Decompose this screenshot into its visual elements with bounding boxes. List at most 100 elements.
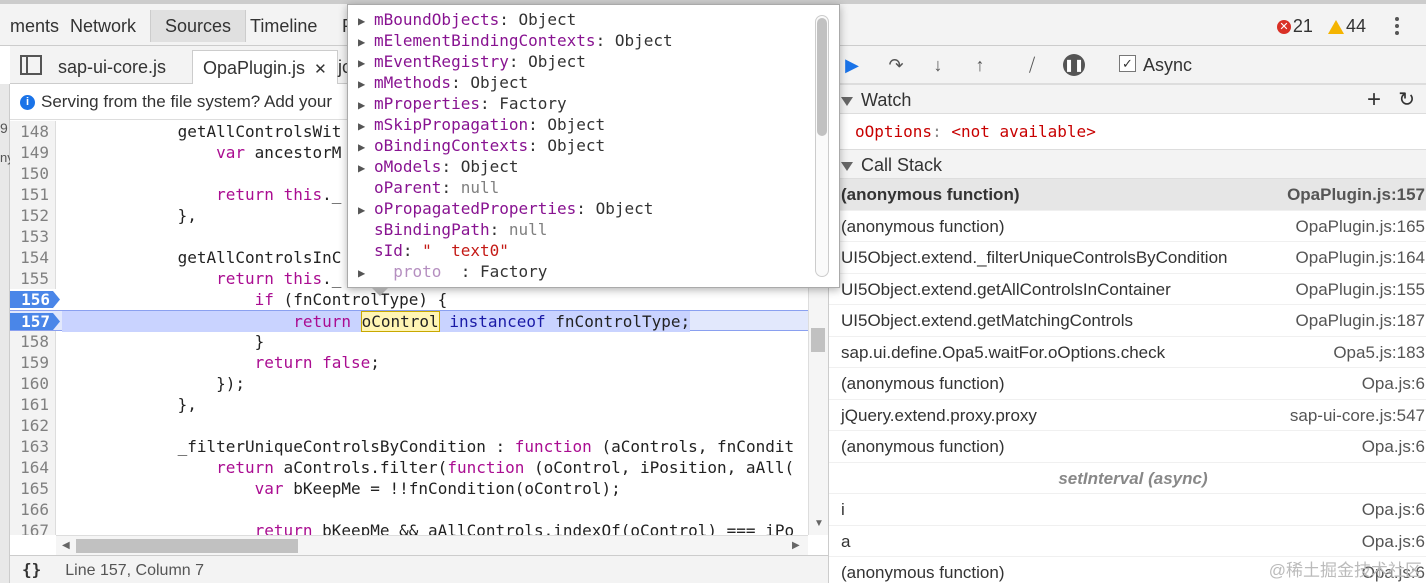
line-number[interactable]: 151 bbox=[10, 184, 56, 205]
code-line[interactable]: 158 } bbox=[10, 331, 808, 352]
code-line[interactable]: 159 return false; bbox=[10, 352, 808, 373]
frame-location[interactable]: Opa.js:6 bbox=[1362, 494, 1425, 525]
pretty-print-button[interactable]: {} bbox=[22, 560, 41, 579]
callstack-frame[interactable]: jQuery.extend.proxy.proxy sap-ui-core.js:… bbox=[829, 400, 1426, 431]
code-line[interactable]: 161 }, bbox=[10, 394, 808, 415]
tab-sources[interactable]: Sources bbox=[150, 10, 247, 42]
line-number[interactable]: 163 bbox=[10, 436, 56, 457]
frame-location[interactable]: Opa.js:6 bbox=[1362, 431, 1425, 462]
callstack-frame[interactable]: i Opa.js:6 bbox=[829, 494, 1426, 526]
line-number[interactable]: 161 bbox=[10, 394, 56, 415]
code-line[interactable]: 156 if (fnControlType) { bbox=[10, 289, 808, 310]
property-row[interactable]: ▶ mEventRegistry: Object bbox=[358, 51, 586, 72]
frame-location[interactable]: sap-ui-core.js:547 bbox=[1290, 400, 1425, 431]
deactivate-breakpoints-icon[interactable]: ⧸ bbox=[1021, 54, 1043, 76]
code-line[interactable]: 157 return oControl instanceof fnControl… bbox=[10, 310, 808, 332]
line-number[interactable]: 159 bbox=[10, 352, 56, 373]
async-checkbox[interactable]: ✓ bbox=[1119, 55, 1136, 72]
scroll-right-icon[interactable]: ▶ bbox=[792, 540, 800, 551]
step-over-icon[interactable]: ↷ bbox=[885, 54, 907, 76]
callstack-frame[interactable]: sap.ui.define.Opa5.waitFor.oOptions.chec… bbox=[829, 337, 1426, 368]
tab-timeline[interactable]: Timeline bbox=[236, 10, 331, 42]
refresh-icon[interactable]: ↻ bbox=[1398, 85, 1415, 115]
scroll-left-icon[interactable]: ◀ bbox=[62, 540, 70, 551]
expand-arrow-icon[interactable]: ▶ bbox=[358, 116, 374, 137]
expand-arrow-icon[interactable]: ▶ bbox=[358, 95, 374, 116]
editor-horizontal-scrollbar[interactable]: ◀ ▶ bbox=[56, 535, 808, 555]
line-number[interactable]: 152 bbox=[10, 205, 56, 226]
property-row[interactable]: ▶ mBoundObjects: Object bbox=[358, 9, 576, 30]
line-number[interactable]: 150 bbox=[10, 163, 56, 184]
code-line[interactable]: 165 var bKeepMe = !!fnCondition(oControl… bbox=[10, 478, 808, 499]
property-row[interactable]: ▶ oModels: Object bbox=[358, 156, 519, 177]
resume-icon[interactable]: ▶ bbox=[841, 54, 863, 76]
code-line[interactable]: 167 return bKeepMe && aAllControls.index… bbox=[10, 520, 808, 535]
expand-arrow-icon[interactable]: ▶ bbox=[358, 200, 374, 221]
file-tab-opaplugin[interactable]: OpaPlugin.js ✕ bbox=[192, 50, 338, 84]
expand-arrow-icon[interactable]: ▶ bbox=[358, 263, 374, 284]
watch-header[interactable]: Watch + ↻ bbox=[829, 84, 1426, 114]
file-tab-sap-ui-core[interactable]: sap-ui-core.js bbox=[48, 50, 176, 84]
line-number[interactable]: 160 bbox=[10, 373, 56, 394]
line-number[interactable]: 153 bbox=[10, 226, 56, 247]
line-number[interactable]: 155 bbox=[10, 268, 56, 289]
callstack-frame[interactable]: UI5Object.extend._filterUniqueControlsBy… bbox=[829, 242, 1426, 274]
property-row[interactable]: ▶ oPropagatedProperties: Object bbox=[358, 198, 653, 219]
code-line[interactable]: 163 _filterUniqueControlsByCondition : f… bbox=[10, 436, 808, 457]
expand-arrow-icon[interactable]: ▶ bbox=[358, 158, 374, 179]
tab-network[interactable]: Network bbox=[56, 10, 150, 42]
expand-arrow-icon[interactable]: ▶ bbox=[358, 137, 374, 158]
line-number[interactable]: 148 bbox=[10, 121, 56, 142]
popover-scrollbar[interactable] bbox=[815, 15, 829, 277]
breakpoint-marker[interactable]: 156 bbox=[10, 291, 60, 308]
expand-arrow-icon[interactable]: ▶ bbox=[358, 74, 374, 95]
close-icon[interactable]: ✕ bbox=[314, 61, 327, 78]
scrollbar-thumb[interactable] bbox=[811, 328, 825, 352]
callstack-frame[interactable]: UI5Object.extend.getMatchingControls OpaP… bbox=[829, 305, 1426, 337]
property-row[interactable]: ▶ proto : Factory bbox=[358, 261, 547, 282]
watch-row[interactable]: oOptions: <not available> bbox=[829, 114, 1426, 150]
line-number[interactable]: 149 bbox=[10, 142, 56, 163]
step-into-icon[interactable]: ↓ bbox=[927, 54, 949, 76]
property-row[interactable]: ▶ oBindingContexts: Object bbox=[358, 135, 605, 156]
line-number[interactable]: 167 bbox=[10, 520, 56, 535]
property-row[interactable]: ▶ mProperties: Factory bbox=[358, 93, 567, 114]
callstack-header[interactable]: Call Stack bbox=[829, 149, 1426, 179]
more-options-icon[interactable] bbox=[1392, 14, 1402, 40]
code-line[interactable]: 166 bbox=[10, 499, 808, 520]
code-line[interactable]: 162 bbox=[10, 415, 808, 436]
scrollbar-thumb[interactable] bbox=[817, 18, 827, 136]
code-line[interactable]: 164 return aControls.filter(function (oC… bbox=[10, 457, 808, 478]
scrollbar-thumb[interactable] bbox=[76, 539, 298, 553]
line-number[interactable]: 166 bbox=[10, 499, 56, 520]
frame-location[interactable]: OpaPlugin.js:164 bbox=[1296, 242, 1425, 273]
step-out-icon[interactable]: ↑ bbox=[969, 54, 991, 76]
frame-location[interactable]: Opa.js:6 bbox=[1362, 368, 1425, 399]
line-number[interactable]: 165 bbox=[10, 478, 56, 499]
callstack-frame[interactable]: a Opa.js:6 bbox=[829, 526, 1426, 557]
line-number[interactable]: 158 bbox=[10, 331, 56, 352]
property-row[interactable]: ▶ mElementBindingContexts: Object bbox=[358, 30, 673, 51]
frame-location[interactable]: OpaPlugin.js:157 bbox=[1287, 179, 1425, 210]
object-preview-popover[interactable]: ▶ mBoundObjects: Object ▶ mElementBindingCo… bbox=[347, 4, 840, 288]
property-row[interactable]: ▶ mSkipPropagation: Object bbox=[358, 114, 605, 135]
expand-arrow-icon[interactable]: ▶ bbox=[358, 11, 374, 32]
callstack-frame[interactable]: UI5Object.extend.getAllControlsInContain… bbox=[829, 274, 1426, 305]
frame-location[interactable]: Opa5.js:183 bbox=[1333, 337, 1425, 368]
callstack-frame[interactable]: (anonymous function) Opa.js:6 bbox=[829, 431, 1426, 463]
callstack-frame[interactable]: (anonymous function) OpaPlugin.js:157 bbox=[829, 179, 1426, 211]
code-line[interactable]: 160 }); bbox=[10, 373, 808, 394]
callstack-frame[interactable]: (anonymous function) OpaPlugin.js:165 bbox=[829, 211, 1426, 242]
callstack-frame[interactable]: (anonymous function) Opa.js:6 bbox=[829, 368, 1426, 400]
line-number[interactable]: 162 bbox=[10, 415, 56, 436]
add-watch-icon[interactable]: + bbox=[1367, 85, 1381, 115]
frame-location[interactable]: OpaPlugin.js:187 bbox=[1296, 305, 1425, 336]
expand-arrow-icon[interactable]: ▶ bbox=[358, 32, 374, 53]
expand-arrow-icon[interactable]: ▶ bbox=[358, 53, 374, 74]
scroll-down-icon[interactable]: ▼ bbox=[814, 518, 824, 529]
line-number[interactable]: 164 bbox=[10, 457, 56, 478]
line-number[interactable]: 154 bbox=[10, 247, 56, 268]
frame-location[interactable]: OpaPlugin.js:155 bbox=[1296, 274, 1425, 305]
frame-location[interactable]: OpaPlugin.js:165 bbox=[1296, 211, 1425, 242]
breakpoint-marker[interactable]: 157 bbox=[10, 313, 60, 330]
